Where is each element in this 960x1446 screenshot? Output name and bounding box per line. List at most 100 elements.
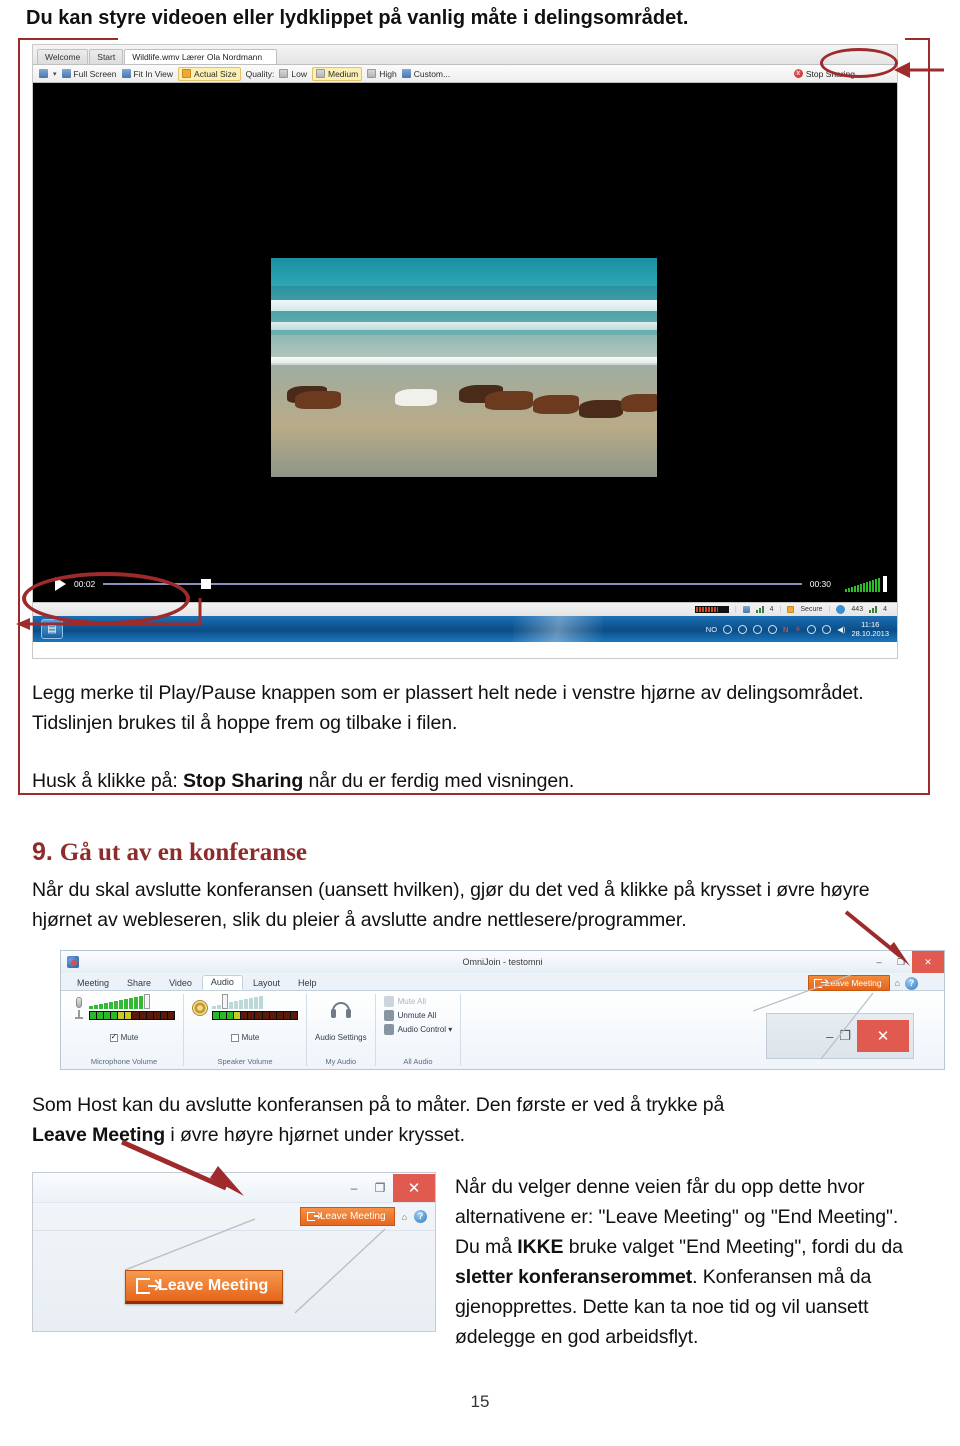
fit-in-view-button[interactable]: Fit In View bbox=[121, 69, 173, 79]
audio-settings-button[interactable]: Audio Settings bbox=[315, 1033, 367, 1042]
tray-icon-4[interactable]: ⚘ bbox=[794, 625, 801, 634]
chevron-down-icon[interactable]: ▾ bbox=[53, 70, 57, 78]
para2-prefix: Husk å klikke på: bbox=[32, 770, 184, 792]
wifi-icon[interactable] bbox=[753, 624, 763, 634]
help-icon[interactable]: ? bbox=[905, 976, 918, 990]
actual-size-button[interactable]: Actual Size bbox=[178, 66, 241, 81]
omnijoin-ribbon-tabs: Meeting Share Video Audio Layout Help Le… bbox=[61, 973, 944, 991]
annotation-arrow-close-button bbox=[844, 910, 910, 966]
checkbox-icon bbox=[109, 1032, 118, 1042]
unmute-all-icon bbox=[383, 1010, 394, 1021]
quality-medium-label: Medium bbox=[328, 68, 359, 79]
exit-door-icon bbox=[813, 978, 826, 988]
detail-maximize-button[interactable]: ❐ bbox=[367, 1181, 393, 1195]
signal-bars-right-icon bbox=[869, 606, 878, 613]
help-icon[interactable]: ? bbox=[414, 1210, 427, 1223]
clock-date: 28.10.2013 bbox=[851, 629, 889, 638]
lock-icon bbox=[787, 606, 795, 613]
view-mode-icon[interactable] bbox=[39, 69, 48, 78]
home-icon[interactable]: ⌂ bbox=[895, 978, 900, 988]
magnified-leave-meeting-label: Leave Meeting bbox=[158, 1277, 269, 1294]
omnijoin-title: OmniJoin - testomni bbox=[462, 957, 543, 967]
para3-line2: hjørnet av webleseren, slik du pleier å … bbox=[32, 909, 687, 931]
audio-control-icon bbox=[383, 1024, 394, 1035]
volume-slider[interactable] bbox=[845, 576, 887, 592]
group-my-audio: Audio Settings My Audio bbox=[307, 994, 376, 1066]
taskbar-clock[interactable]: 11:16 28.10.2013 bbox=[851, 620, 889, 638]
annotation-arrow-play bbox=[16, 598, 202, 630]
tab-meeting[interactable]: Meeting bbox=[69, 977, 117, 990]
speaker-level-meter bbox=[212, 1011, 298, 1020]
mute-all-button[interactable]: Mute All bbox=[383, 996, 426, 1007]
tab-help[interactable]: Help bbox=[290, 977, 325, 990]
audio-control-label: Audio Control ▾ bbox=[397, 1025, 453, 1034]
heading9-number: 9. bbox=[32, 838, 60, 866]
full-screen-button[interactable]: Full Screen bbox=[61, 69, 117, 79]
paragraph-end-meeting-warning: Når du velger denne veien får du opp det… bbox=[455, 1172, 935, 1352]
annotation-arrow-stop-sharing bbox=[894, 62, 944, 78]
group-label-speaker: Speaker Volume bbox=[217, 1057, 273, 1066]
volume-knob[interactable] bbox=[883, 576, 887, 592]
para4-line1: Som Host kan du avslutte konferansen på … bbox=[32, 1094, 725, 1116]
norton-icon[interactable]: N bbox=[783, 625, 788, 634]
speaker-volume-slider[interactable] bbox=[212, 994, 298, 1009]
tab-video[interactable]: Video bbox=[161, 977, 200, 990]
tab-wildlife[interactable]: Wildlife.wmv Lærer Ola Nordmann bbox=[124, 49, 278, 64]
unmute-all-button[interactable]: Unmute All bbox=[383, 1010, 436, 1021]
intro-text: Du kan styre videoen eller lydklippet på… bbox=[26, 7, 689, 29]
tray-icon-6[interactable] bbox=[822, 624, 832, 634]
para2-bold: Stop Sharing bbox=[183, 770, 304, 792]
window-controls-magnifier: – ❐ ✕ bbox=[766, 1013, 914, 1059]
headset-icon bbox=[679, 605, 689, 614]
detail-leave-meeting-label: Leave Meeting bbox=[319, 1211, 386, 1222]
group-label-microphone: Microphone Volume bbox=[90, 1057, 158, 1066]
port-label: 443 bbox=[851, 606, 864, 613]
quality-low-button[interactable]: Low bbox=[279, 69, 307, 79]
speaker-mute-checkbox[interactable]: Mute bbox=[230, 1033, 259, 1042]
tab-audio[interactable]: Audio bbox=[201, 975, 243, 990]
quality-medium-button[interactable]: Medium bbox=[312, 66, 363, 81]
tray-icon-5[interactable] bbox=[807, 624, 817, 634]
group-speaker-volume: Mute Speaker Volume bbox=[184, 994, 307, 1066]
microphone-mute-checkbox[interactable]: Mute bbox=[109, 1032, 139, 1042]
microphone-mute-label: Mute bbox=[120, 1033, 139, 1042]
timeline-knob[interactable] bbox=[201, 579, 212, 589]
magnifier-minimize-icon: – bbox=[826, 1028, 834, 1044]
paragraph-play-pause: Legg merke til Play/Pause knappen som er… bbox=[32, 678, 864, 738]
microphone-volume-handle[interactable] bbox=[144, 994, 150, 1009]
quality-high-button[interactable]: High bbox=[367, 69, 397, 79]
para1-line1: Legg merke til Play/Pause knappen som er… bbox=[32, 682, 864, 704]
timeline-slider[interactable] bbox=[103, 579, 802, 589]
tray-icon-2[interactable] bbox=[738, 624, 748, 634]
clock-time: 11:16 bbox=[861, 620, 880, 629]
annotation-frame-top-left bbox=[18, 38, 118, 40]
audio-control-dropdown[interactable]: Audio Control ▾ bbox=[383, 1024, 453, 1035]
tab-layout[interactable]: Layout bbox=[245, 977, 288, 990]
tab-welcome[interactable]: Welcome bbox=[37, 49, 89, 64]
audio-level-meter bbox=[694, 606, 729, 613]
fit-in-view-icon bbox=[121, 69, 131, 78]
detail-leave-meeting-button[interactable]: Leave Meeting bbox=[299, 1207, 395, 1226]
annotation-frame-top-right bbox=[905, 38, 930, 40]
para2: Husk å klikke på: Stop Sharing når du er… bbox=[32, 766, 574, 796]
detail-close-button[interactable]: ✕ bbox=[393, 1173, 435, 1202]
document-page: Du kan styre videoen eller lydklippet på… bbox=[0, 0, 960, 1446]
para5-line6: ødelegge en god arbeidsflyt. bbox=[455, 1326, 699, 1348]
tray-icon-3[interactable] bbox=[768, 624, 778, 634]
speaker-volume-handle[interactable] bbox=[222, 994, 228, 1009]
tab-share[interactable]: Share bbox=[119, 977, 159, 990]
connection-count-right: 4 bbox=[883, 606, 887, 613]
video-frame-image bbox=[267, 254, 661, 481]
home-icon[interactable]: ⌂ bbox=[402, 1212, 407, 1222]
volume-icon[interactable]: ◀) bbox=[837, 625, 845, 634]
system-tray: NO N ⚘ ◀) 11:16 28.10.2013 bbox=[706, 620, 889, 638]
group-label-my-audio: My Audio bbox=[325, 1057, 357, 1066]
microphone-volume-slider[interactable] bbox=[89, 994, 175, 1009]
tray-icon-1[interactable] bbox=[723, 624, 733, 634]
detail-minimize-button[interactable]: – bbox=[341, 1181, 367, 1195]
quality-custom-button[interactable]: Custom... bbox=[401, 69, 450, 79]
language-indicator[interactable]: NO bbox=[706, 625, 717, 634]
quality-label: Quality: bbox=[245, 68, 275, 79]
magnified-leave-meeting-button[interactable]: Leave Meeting bbox=[125, 1270, 284, 1304]
tab-start[interactable]: Start bbox=[89, 49, 124, 64]
